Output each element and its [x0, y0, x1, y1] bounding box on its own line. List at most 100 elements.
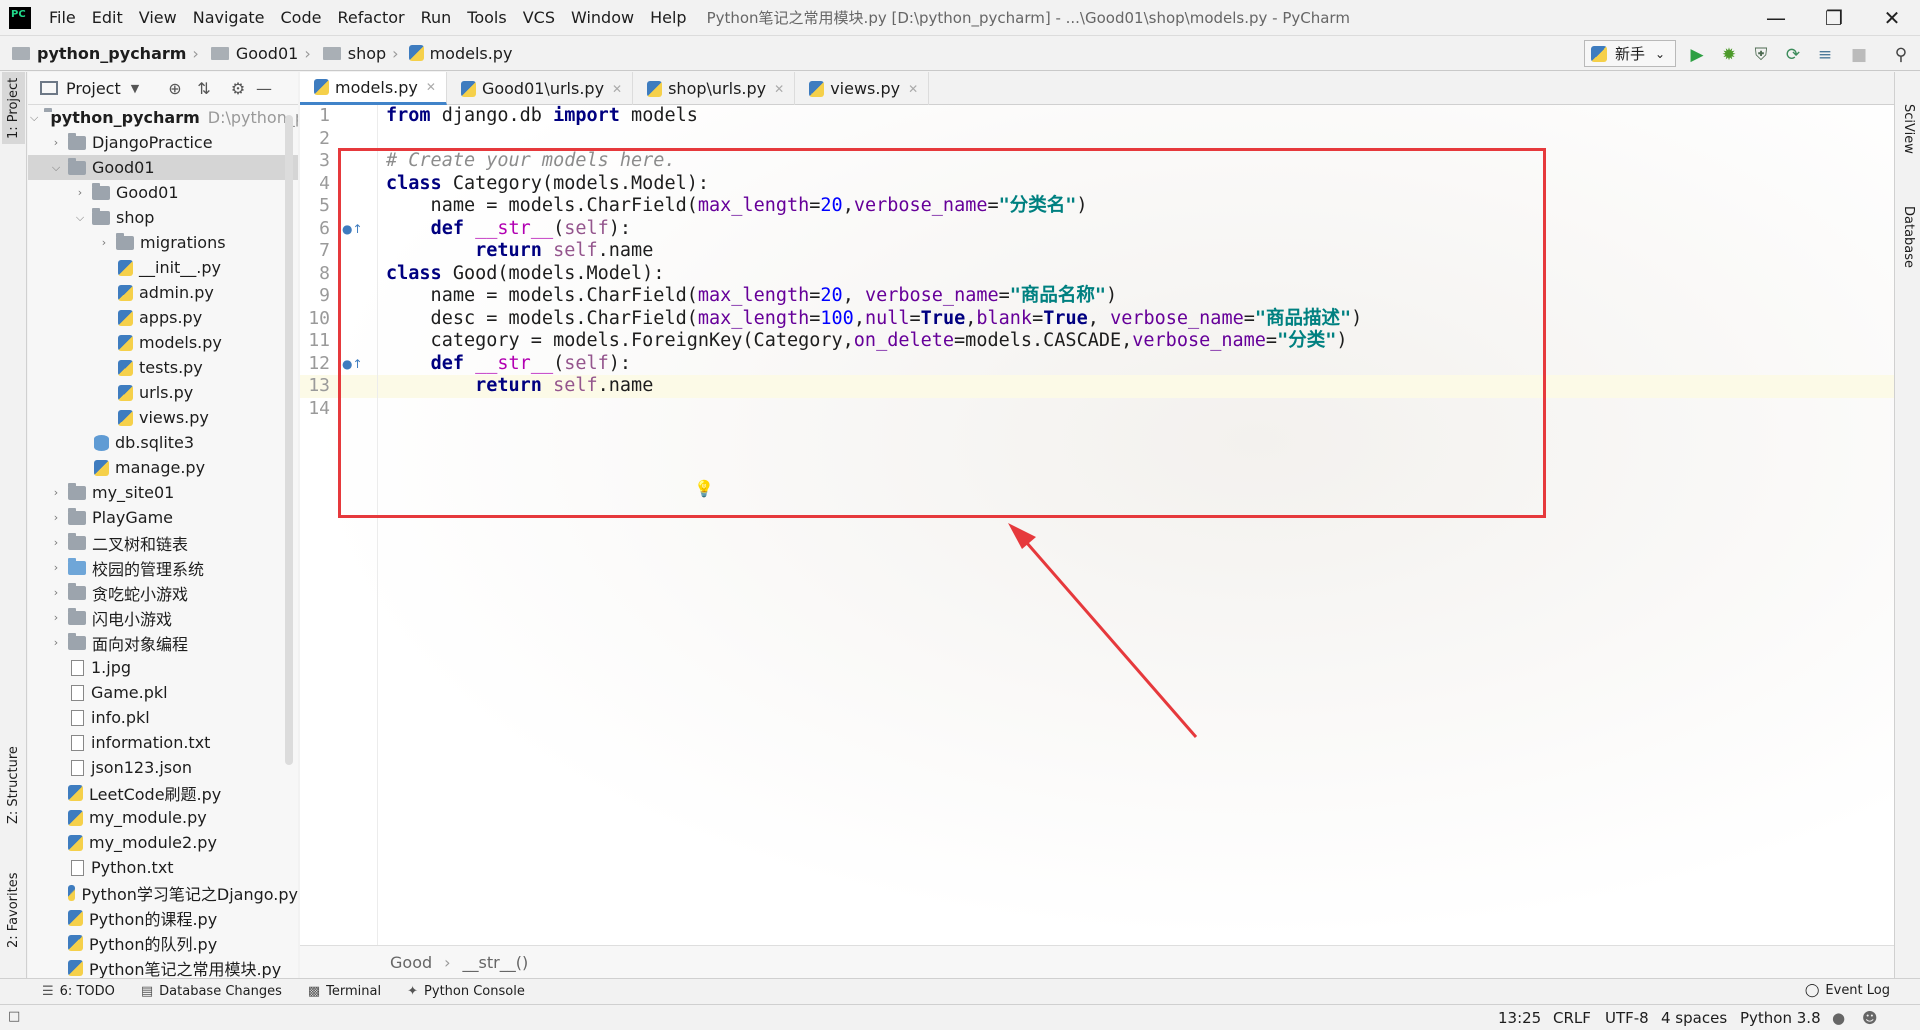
tree-item[interactable]: Python.txt — [28, 855, 298, 880]
tree-item[interactable]: __init__.py — [28, 255, 298, 280]
tab-views-py[interactable]: views.py ✕ — [795, 72, 930, 105]
menu-refactor[interactable]: Refactor — [329, 0, 412, 35]
stop-icon[interactable]: ■ — [1848, 44, 1870, 66]
tool-tab-sciview[interactable]: SciView — [1897, 84, 1920, 174]
tree-item[interactable]: apps.py — [28, 305, 298, 330]
tree-item[interactable]: admin.py — [28, 280, 298, 305]
tree-item-selected[interactable]: ⌵ Good01 — [28, 155, 298, 180]
tree-item[interactable]: › 二叉树和链表 — [28, 530, 298, 555]
maximize-icon[interactable]: ❐ — [1806, 0, 1862, 35]
code-crumb-class[interactable]: Good — [390, 953, 432, 972]
locate-file-icon[interactable]: ⊕ — [165, 78, 185, 98]
tree-item[interactable]: information.txt — [28, 730, 298, 755]
tree-item[interactable]: › PlayGame — [28, 505, 298, 530]
indent-setting[interactable]: 4 spaces — [1661, 1009, 1727, 1027]
menu-help[interactable]: Help — [642, 0, 694, 35]
tab-shop-urls-py[interactable]: shop\urls.py ✕ — [633, 72, 796, 105]
database-changes-button[interactable]: ▤ Database Changes — [129, 984, 296, 999]
python-console-button[interactable]: ✦ Python Console — [395, 984, 539, 999]
close-tab-icon[interactable]: ✕ — [774, 82, 784, 96]
tree-item[interactable]: › 贪吃蛇小游戏 — [28, 580, 298, 605]
tool-tab-structure[interactable]: Z: Structure — [2, 736, 25, 834]
tree-item[interactable]: Python笔记之常用模块.py — [28, 955, 298, 978]
breadcrumb-project[interactable]: python_pycharm › — [0, 44, 199, 63]
caret-position[interactable]: 13:25 — [1498, 1009, 1541, 1027]
chevron-down-icon[interactable]: ▼ — [131, 82, 139, 95]
hide-panel-icon[interactable]: — — [254, 78, 274, 98]
tree-item[interactable]: Python的队列.py — [28, 930, 298, 955]
menu-view[interactable]: View — [131, 0, 185, 35]
tree-item[interactable]: views.py — [28, 405, 298, 430]
collapse-all-icon[interactable]: ⇅ — [194, 78, 214, 98]
line-number: 10 — [308, 307, 330, 329]
menu-run[interactable]: Run — [413, 0, 460, 35]
tab-models-py[interactable]: models.py ✕ — [300, 72, 447, 105]
tool-tab-project[interactable]: 1: Project — [2, 72, 25, 144]
tree-item[interactable]: › Good01 — [28, 180, 298, 205]
coverage-icon[interactable]: ⛨ — [1750, 44, 1772, 66]
folder-icon — [210, 46, 229, 60]
tree-item[interactable]: › 面向对象编程 — [28, 630, 298, 655]
tree-item[interactable]: my_module.py — [28, 805, 298, 830]
tree-item[interactable]: models.py — [28, 330, 298, 355]
tool-tab-database[interactable]: Database — [1897, 182, 1920, 292]
breadcrumb-shop[interactable]: shop › — [311, 44, 399, 63]
tab-good01-urls-py[interactable]: Good01\urls.py ✕ — [447, 72, 634, 105]
code-crumb-method[interactable]: __str__() — [463, 953, 529, 972]
python-interpreter[interactable]: Python 3.8 — [1740, 1009, 1821, 1027]
tree-item[interactable]: ⌵ shop — [28, 205, 298, 230]
tree-item-label: 二叉树和链表 — [92, 534, 189, 554]
run-configuration-select[interactable]: 新手 ⌄ — [1584, 40, 1676, 67]
project-panel-title[interactable]: Project — [66, 79, 121, 98]
menu-file[interactable]: File — [41, 0, 84, 35]
tree-item[interactable]: info.pkl — [28, 705, 298, 730]
tree-scrollbar[interactable] — [285, 115, 293, 765]
file-encoding[interactable]: UTF-8 — [1605, 1009, 1649, 1027]
tree-item[interactable]: json123.json — [28, 755, 298, 780]
menu-tools[interactable]: Tools — [459, 0, 514, 35]
tree-item[interactable]: Python的课程.py — [28, 905, 298, 930]
tree-item[interactable]: › 闪电小游戏 — [28, 605, 298, 630]
breadcrumb-file[interactable]: models.py — [399, 44, 512, 63]
tree-item[interactable]: urls.py — [28, 380, 298, 405]
run-icon[interactable]: ▶ — [1686, 44, 1708, 66]
menu-window[interactable]: Window — [563, 0, 642, 35]
menu-code[interactable]: Code — [273, 0, 330, 35]
tree-item[interactable]: tests.py — [28, 355, 298, 380]
event-log-button[interactable]: ◯ Event Log — [1805, 983, 1890, 998]
debug-icon[interactable]: ✹ — [1718, 44, 1740, 66]
event-log-label: Event Log — [1825, 983, 1890, 998]
tree-item[interactable]: › 校园的管理系统 — [28, 555, 298, 580]
minimize-icon[interactable]: — — [1748, 0, 1804, 35]
tree-item[interactable]: db.sqlite3 — [28, 430, 298, 455]
tree-item[interactable]: my_module2.py — [28, 830, 298, 855]
close-tab-icon[interactable]: ✕ — [426, 80, 436, 94]
inspector-icon[interactable]: ☻ — [1862, 1009, 1878, 1027]
menu-vcs[interactable]: VCS — [515, 0, 563, 35]
tree-item[interactable]: manage.py — [28, 455, 298, 480]
breadcrumb-good01[interactable]: Good01 › — [199, 44, 311, 63]
tree-item[interactable]: Game.pkl — [28, 680, 298, 705]
tree-item[interactable]: Python学习笔记之Django.py — [28, 880, 298, 905]
lock-icon[interactable]: ● — [1832, 1009, 1845, 1027]
tree-item[interactable]: › DjangoPractice — [28, 130, 298, 155]
concurrency-icon[interactable]: ≡ — [1814, 44, 1836, 66]
tree-item[interactable]: › my_site01 — [28, 480, 298, 505]
terminal-button[interactable]: ▩ Terminal — [296, 984, 395, 999]
menu-navigate[interactable]: Navigate — [185, 0, 273, 35]
todo-button[interactable]: ☰ 6: TODO — [30, 984, 129, 999]
close-tab-icon[interactable]: ✕ — [612, 82, 622, 96]
gear-icon[interactable]: ⚙ — [228, 78, 248, 98]
close-icon[interactable]: ✕ — [1864, 0, 1920, 35]
menu-edit[interactable]: Edit — [84, 0, 131, 35]
profile-icon[interactable]: ⟳ — [1782, 44, 1804, 66]
search-icon[interactable]: ⚲ — [1890, 44, 1912, 66]
close-tab-icon[interactable]: ✕ — [908, 82, 918, 96]
tree-item-root[interactable]: ⌵ python_pycharm D:\python_p — [28, 105, 298, 130]
line-separator[interactable]: CRLF — [1553, 1009, 1591, 1027]
tree-item[interactable]: LeetCode刷题.py — [28, 780, 298, 805]
tool-tab-favorites[interactable]: 2: Favorites — [2, 862, 25, 958]
tree-item[interactable]: › migrations — [28, 230, 298, 255]
tree-item[interactable]: 1.jpg — [28, 655, 298, 680]
toggle-tool-windows-icon[interactable]: □ — [8, 1009, 20, 1024]
